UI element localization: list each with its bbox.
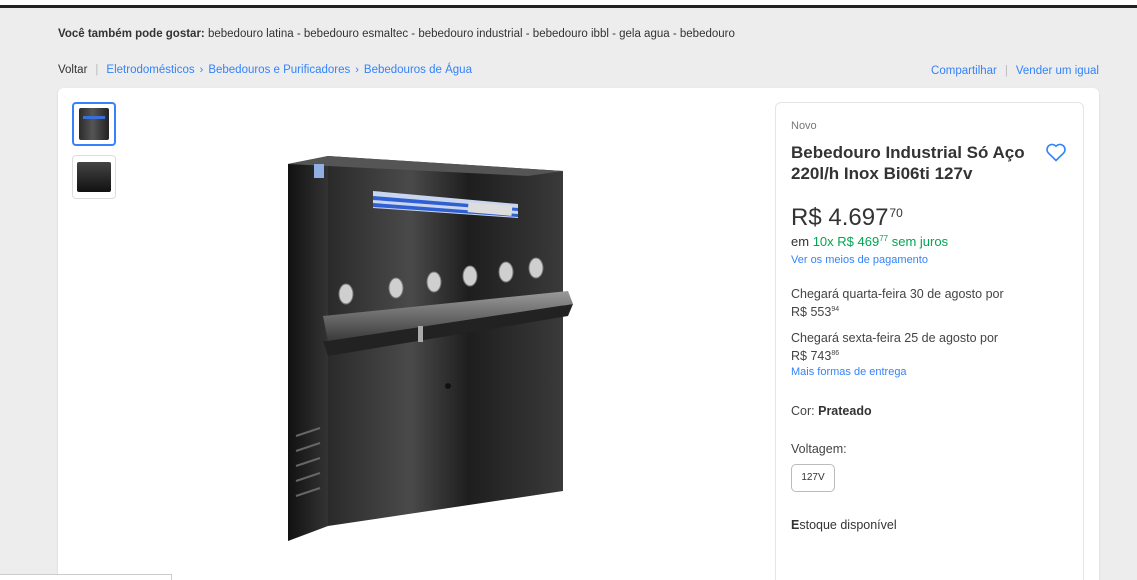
thumbnail-1[interactable] xyxy=(72,102,116,146)
breadcrumb-item[interactable]: Bebedouros de Água xyxy=(364,64,472,76)
color-value: Prateado xyxy=(818,404,872,419)
water-cooler-illustration xyxy=(288,156,573,541)
buy-box: Novo Bebedouro Industrial Só Aço 220l/h … xyxy=(775,102,1084,580)
thumbnail-image xyxy=(79,108,109,140)
product-title: Bebedouro Industrial Só Aço 220l/h Inox … xyxy=(791,143,1025,183)
bottom-tab xyxy=(0,574,172,580)
share-link[interactable]: Compartilhar xyxy=(931,65,997,77)
also-like-link[interactable]: bebedouro esmaltec xyxy=(304,28,408,40)
chevron-right-icon: › xyxy=(199,64,204,76)
also-like-link[interactable]: bebedouro xyxy=(680,28,735,40)
payment-methods-link[interactable]: Ver os meios de pagamento xyxy=(791,254,1068,266)
product-card: Novo Bebedouro Industrial Só Aço 220l/h … xyxy=(58,88,1099,580)
chevron-right-icon: › xyxy=(355,64,359,76)
title-row: Bebedouro Industrial Só Aço 220l/h Inox … xyxy=(791,142,1068,184)
voltage-option-button[interactable]: 127V xyxy=(791,464,835,493)
installment-value: R$ 469 xyxy=(837,234,880,249)
also-like-links: bebedouro latina - bebedouro esmaltec - … xyxy=(207,28,735,40)
sell-similar-link[interactable]: Vender um igual xyxy=(1016,65,1099,77)
page-actions: Compartilhar | Vender um igual xyxy=(931,65,1099,77)
price: R$ 4.697 70 xyxy=(791,204,1068,232)
top-bar xyxy=(0,0,1137,8)
price-currency: R$ xyxy=(791,204,822,231)
installments-count: 10x xyxy=(812,234,834,249)
breadcrumb-item[interactable]: Bebedouros e Purificadores xyxy=(208,64,350,76)
also-like-label: Você também pode gostar: xyxy=(58,28,205,40)
also-like-link[interactable]: bebedouro ibbl xyxy=(533,28,609,40)
also-like-link[interactable]: bebedouro industrial xyxy=(418,28,522,40)
condition-label: Novo xyxy=(791,120,817,132)
thumbnail-list xyxy=(72,102,116,208)
thumbnail-2[interactable] xyxy=(72,155,116,199)
more-shipping-link[interactable]: Mais formas de entrega xyxy=(791,366,1068,378)
back-link[interactable]: Voltar xyxy=(58,64,87,76)
heart-icon[interactable] xyxy=(1044,140,1068,164)
breadcrumb: Voltar | Eletrodomésticos › Bebedouros e… xyxy=(58,64,472,76)
also-like-link[interactable]: gela agua xyxy=(619,28,670,40)
shipping-option-1: Chegará quarta-feira 30 de agosto por R$… xyxy=(791,287,1004,320)
installment-cents: 77 xyxy=(879,234,889,243)
color-attribute: Cor: Prateado xyxy=(791,404,872,419)
breadcrumb-item[interactable]: Eletrodomésticos xyxy=(106,64,194,76)
thumbnail-image xyxy=(77,162,111,192)
voltage-label: Voltagem: xyxy=(791,442,847,457)
price-integer: 4.697 xyxy=(828,204,889,231)
stock-status: Estoque disponível xyxy=(791,518,897,533)
price-cents: 70 xyxy=(889,206,903,220)
shipping-option-2: Chegará sexta-feira 25 de agosto por R$ … xyxy=(791,331,999,364)
installments-suffix: sem juros xyxy=(891,234,949,249)
installments: em 10x R$ 469 77 sem juros xyxy=(791,234,949,249)
breadcrumb-divider: | xyxy=(95,64,99,76)
actions-divider: | xyxy=(1004,65,1008,77)
also-like-bar: Você também pode gostar: bebedouro latin… xyxy=(58,28,735,40)
product-image[interactable] xyxy=(268,146,608,556)
also-like-link[interactable]: bebedouro latina xyxy=(208,28,294,40)
